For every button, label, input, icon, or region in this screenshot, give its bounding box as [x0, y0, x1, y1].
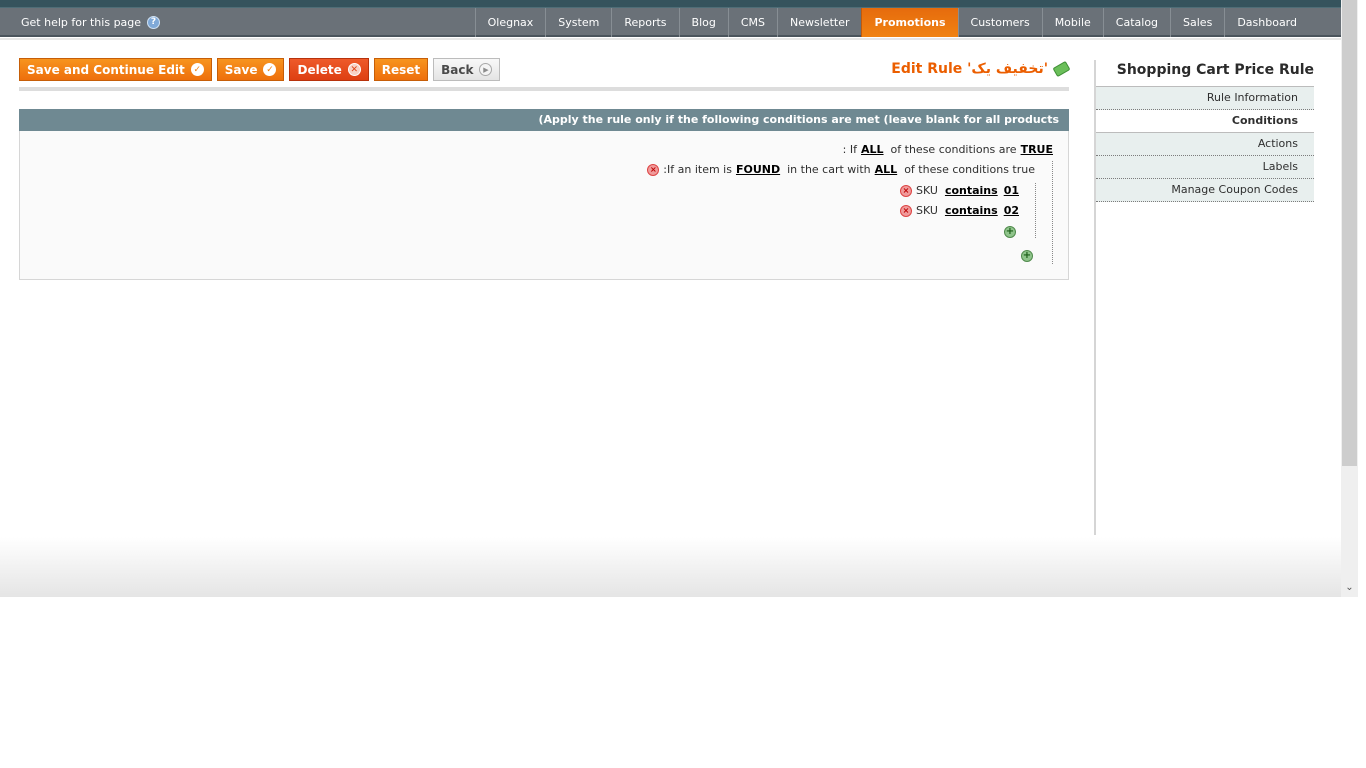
found-middle: in the cart with — [787, 163, 871, 176]
tab-manage-coupon-codes[interactable]: Manage Coupon Codes — [1096, 179, 1314, 202]
found-condition: × :If an item is FOUND in the cart with … — [647, 163, 1035, 176]
tab-actions[interactable]: Actions — [1096, 133, 1314, 156]
nav-item-mobile[interactable]: Mobile — [1041, 8, 1103, 37]
play-circle-icon: ▶ — [479, 63, 493, 76]
found-value-select[interactable]: FOUND — [736, 163, 780, 176]
nav-item-dashboard[interactable]: Dashboard — [1224, 8, 1309, 37]
remove-icon[interactable]: × — [899, 204, 912, 217]
header-divider — [0, 38, 1341, 40]
found-prefix: :If an item is — [663, 163, 732, 176]
save-label: Save — [224, 62, 258, 77]
nav-item-customers[interactable]: Customers — [957, 8, 1042, 37]
tab-rule-information[interactable]: Rule Information — [1096, 87, 1314, 110]
conditions-fieldset: : If ALL of these conditions are TRUE × … — [19, 131, 1069, 280]
nav-item-olegnax[interactable]: Olegnax — [474, 8, 546, 37]
add-condition-icon[interactable]: + — [1004, 226, 1016, 238]
nav-item-catalog[interactable]: Catalog — [1102, 8, 1170, 37]
tree-line — [1052, 161, 1053, 264]
vertical-scrollbar[interactable]: ⌄ — [1341, 0, 1358, 597]
tab-labels[interactable]: Labels — [1096, 156, 1314, 179]
chevron-down-icon[interactable]: ⌄ — [1341, 581, 1358, 595]
close-circle-icon: ✕ — [347, 63, 361, 76]
nav-item-system[interactable]: System — [545, 8, 611, 37]
page-title-text: Edit Rule 'تخفیف یک' — [891, 61, 1048, 77]
condition-item: × SKU contains 01 — [899, 184, 1019, 197]
root-middle: of these conditions are — [890, 143, 1017, 156]
save-and-continue-button[interactable]: Save and Continue Edit ✓ — [19, 58, 212, 81]
remove-icon[interactable]: × — [647, 163, 660, 176]
page-viewport: Get help for this page ? Olegnax System … — [0, 0, 1341, 597]
footer-area — [0, 537, 1341, 597]
found-suffix: of these conditions true — [904, 163, 1035, 176]
condition-operator-select[interactable]: contains — [945, 204, 998, 217]
condition-value-input[interactable]: 02 — [1004, 204, 1019, 217]
condition-attribute: SKU — [915, 204, 938, 217]
condition-operator-select[interactable]: contains — [945, 184, 998, 197]
nav-item-promotions[interactable]: Promotions — [861, 8, 958, 37]
reset-label: Reset — [381, 62, 421, 77]
root-condition: : If ALL of these conditions are TRUE — [843, 143, 1053, 156]
condition-item: × SKU contains 02 — [899, 204, 1019, 217]
root-value-select[interactable]: TRUE — [1021, 143, 1053, 156]
nav-item-sales[interactable]: Sales — [1170, 8, 1224, 37]
condition-value-input[interactable]: 01 — [1004, 184, 1019, 197]
reset-button[interactable]: Reset — [373, 58, 429, 81]
tab-conditions[interactable]: Conditions — [1096, 110, 1314, 133]
money-icon — [1052, 60, 1071, 78]
check-icon: ✓ — [263, 63, 277, 76]
save-and-continue-label: Save and Continue Edit — [27, 62, 185, 77]
back-label: Back — [441, 62, 474, 77]
main-content: Save and Continue Edit ✓ Save ✓ Delete ✕… — [19, 58, 1071, 280]
tree-line — [1035, 183, 1036, 238]
nav-menu: Olegnax System Reports Blog CMS Newslett… — [474, 8, 1309, 37]
nav-item-blog[interactable]: Blog — [678, 8, 728, 37]
page-title: Edit Rule 'تخفیف یک' — [891, 60, 1071, 78]
condition-attribute: SKU — [915, 184, 938, 197]
delete-label: Delete — [297, 62, 342, 77]
back-button[interactable]: Back ▶ — [433, 58, 501, 81]
header-top-bar — [0, 0, 1341, 8]
nav-item-cms[interactable]: CMS — [727, 8, 777, 37]
scrollbar-thumb[interactable] — [1342, 0, 1357, 466]
sidebar-title: Shopping Cart Price Rule — [1096, 60, 1314, 87]
main-navigation: Get help for this page ? Olegnax System … — [0, 8, 1341, 37]
remove-icon[interactable]: × — [899, 184, 912, 197]
title-divider — [19, 87, 1069, 91]
conditions-fieldset-header: (Apply the rule only if the following co… — [19, 109, 1069, 131]
question-icon: ? — [147, 16, 161, 29]
check-icon: ✓ — [190, 63, 204, 76]
delete-button[interactable]: Delete ✕ — [289, 58, 369, 81]
root-prefix: : If — [842, 143, 857, 156]
nav-item-reports[interactable]: Reports — [611, 8, 678, 37]
save-button[interactable]: Save ✓ — [216, 58, 285, 81]
add-condition-icon[interactable]: + — [1021, 250, 1033, 262]
root-aggregator-select[interactable]: ALL — [861, 143, 884, 156]
help-link-label: Get help for this page — [21, 16, 142, 29]
found-aggregator-select[interactable]: ALL — [875, 163, 898, 176]
help-link[interactable]: Get help for this page ? — [21, 8, 161, 37]
nav-item-newsletter[interactable]: Newsletter — [777, 8, 861, 37]
sidebar: Shopping Cart Price Rule Rule Informatio… — [1094, 60, 1314, 535]
